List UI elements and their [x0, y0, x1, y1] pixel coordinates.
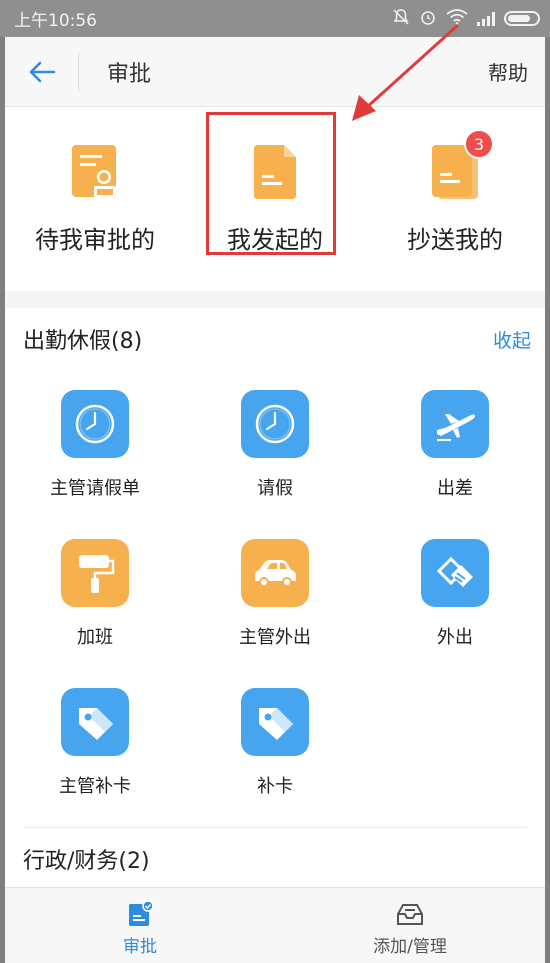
collapse-button[interactable]: 收起 — [493, 326, 531, 353]
app-supervisor-outing[interactable]: 主管外出 — [185, 519, 365, 668]
section-admin-finance[interactable]: 行政/财务(2) — [5, 828, 545, 890]
copy-docs-icon: 3 — [430, 129, 494, 203]
section-gap — [5, 291, 545, 308]
alarm-icon — [419, 8, 437, 30]
app-grid: 主管请假单 请假 出差 加班 主管外出 外出 主管补卡 补卡 — [5, 370, 545, 827]
app-label: 主管补卡 — [59, 776, 131, 797]
app-supervisor-card-fix[interactable]: 主管补卡 — [5, 668, 185, 817]
approval-panel: 审批 帮助 待我审批的 我发起的 3 抄送我的 出勤休假(8) 收起 主管请假单… — [5, 37, 545, 963]
back-arrow-icon — [29, 61, 55, 82]
tag-icon — [61, 688, 129, 756]
card-label: 待我审批的 — [35, 226, 155, 254]
app-outing[interactable]: 外出 — [365, 519, 545, 668]
approval-tab-icon — [129, 900, 154, 926]
help-button[interactable]: 帮助 — [488, 57, 528, 86]
app-label: 主管请假单 — [50, 478, 140, 499]
page-title: 审批 — [107, 61, 152, 87]
app-business-trip[interactable]: 出差 — [365, 370, 545, 519]
tab-label: 添加/管理 — [373, 937, 447, 957]
status-icons — [392, 8, 540, 30]
section-title: 出勤休假(8) — [23, 329, 143, 354]
card-cc-to-me[interactable]: 3 抄送我的 — [365, 107, 545, 255]
tag-icon — [241, 688, 309, 756]
approval-doc-icon — [70, 143, 120, 203]
notification-badge: 3 — [464, 129, 494, 159]
inbox-tab-icon — [397, 904, 423, 925]
paint-roller-icon — [61, 539, 129, 607]
wifi-icon — [446, 8, 468, 29]
app-label: 出差 — [437, 478, 473, 499]
app-leave[interactable]: 请假 — [185, 370, 365, 519]
app-label: 请假 — [257, 478, 293, 499]
card-pending-approval[interactable]: 待我审批的 — [5, 107, 185, 255]
clock-icon — [241, 390, 309, 458]
handshake-icon — [421, 539, 489, 607]
tab-add-manage[interactable]: 添加/管理 — [275, 888, 545, 963]
app-label: 补卡 — [257, 776, 293, 797]
card-label: 抄送我的 — [407, 226, 503, 254]
battery-icon — [504, 11, 540, 26]
signal-icon — [477, 11, 495, 26]
status-time: 上午10:56 — [14, 11, 97, 31]
section-header: 出勤休假(8) 收起 — [5, 308, 545, 370]
car-icon — [241, 539, 309, 607]
section-attendance-leave: 出勤休假(8) 收起 主管请假单 请假 出差 加班 主管外出 外出 主管补卡 补… — [5, 308, 545, 890]
top-cards: 待我审批的 我发起的 3 抄送我的 — [5, 107, 545, 291]
mute-icon — [392, 8, 410, 30]
clock-icon — [61, 390, 129, 458]
app-supervisor-leave[interactable]: 主管请假单 — [5, 370, 185, 519]
app-card-fix[interactable]: 补卡 — [185, 668, 365, 817]
header: 审批 帮助 — [5, 37, 545, 107]
section-title: 行政/财务(2) — [23, 849, 150, 874]
tab-approval[interactable]: 审批 — [5, 888, 275, 963]
app-label: 加班 — [77, 627, 113, 648]
highlight-box — [206, 112, 336, 255]
airplane-icon — [421, 390, 489, 458]
app-overtime[interactable]: 加班 — [5, 519, 185, 668]
tab-label: 审批 — [123, 937, 157, 957]
app-label: 主管外出 — [239, 627, 311, 648]
back-button[interactable] — [5, 37, 78, 107]
app-label: 外出 — [437, 627, 473, 648]
status-bar: 上午10:56 — [0, 0, 550, 37]
header-divider — [78, 52, 79, 91]
bottom-tab-bar: 审批 添加/管理 — [5, 887, 545, 963]
